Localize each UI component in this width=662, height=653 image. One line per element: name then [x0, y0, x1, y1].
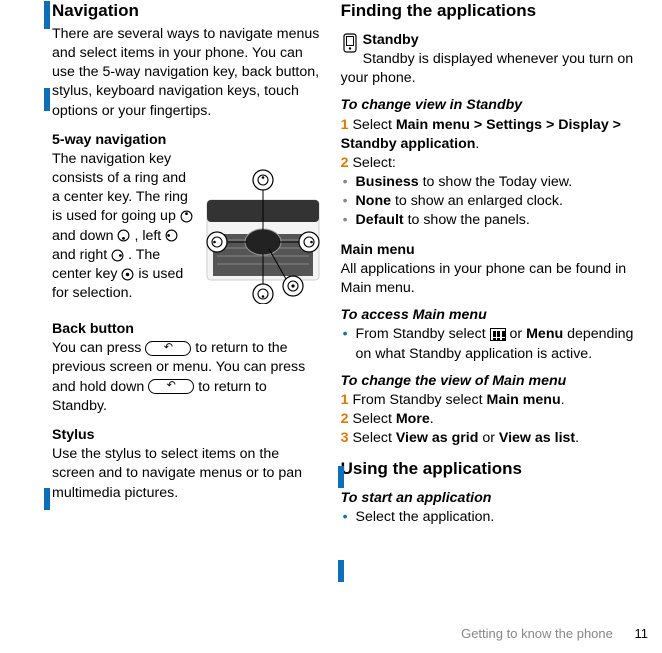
back-button-description: You can press to return to the previous … — [52, 339, 323, 416]
page-number: 11 — [635, 626, 649, 641]
heading-navigation: Navigation — [52, 0, 323, 23]
bullet-none: • None to show an enlarged clock. — [341, 192, 652, 211]
step-3-mainview: 3 Select View as grid or View as list. — [341, 429, 652, 448]
navigation-key-illustration — [203, 150, 323, 310]
heading-change-standby: To change view in Standby — [341, 96, 652, 115]
heading-main-menu: Main menu — [341, 241, 652, 260]
main-menu-description: All applications in your phone can be fo… — [341, 260, 652, 298]
navigation-intro: There are several ways to navigate menus… — [52, 25, 323, 121]
step-2-mainview: 2 Select More. — [341, 410, 652, 429]
stylus-description: Use the stylus to select items on the sc… — [52, 445, 323, 503]
standby-label: Standby — [363, 32, 419, 48]
bullet-access-main: • From Standby select or Menu depending … — [341, 325, 652, 363]
bullet-default: • Default to show the panels. — [341, 211, 652, 230]
step-2-standby: 2 Select: — [341, 154, 652, 173]
heading-back-button: Back button — [52, 320, 323, 339]
section-mark — [44, 488, 50, 510]
heading-stylus: Stylus — [52, 426, 323, 445]
section-mark — [338, 560, 344, 582]
bullet-business: • Business to show the Today view. — [341, 173, 652, 192]
nav-center-icon — [121, 268, 134, 281]
heading-access-main: To access Main menu — [341, 306, 652, 325]
footer-section: Getting to know the phone — [461, 626, 613, 641]
nav-right-icon — [111, 249, 124, 262]
menu-grid-icon — [490, 328, 506, 341]
back-key-icon — [145, 341, 191, 356]
standby-icon — [341, 33, 359, 53]
section-mark — [338, 466, 344, 488]
back-key-icon — [148, 379, 194, 394]
standby-block: Standby Standby is displayed whenever yo… — [341, 31, 652, 89]
section-mark — [44, 88, 50, 111]
five-way-description: The navigation key consists of a ring an… — [52, 150, 195, 303]
nav-down-icon — [117, 229, 130, 242]
heading-5way: 5-way navigation — [52, 131, 323, 150]
nav-up-icon — [180, 210, 193, 223]
nav-left-icon — [165, 229, 178, 242]
bullet-start-app: • Select the application. — [341, 508, 652, 527]
heading-change-main-view: To change the view of Main menu — [341, 372, 652, 391]
section-mark — [44, 1, 50, 29]
heading-finding-apps: Finding the applications — [341, 0, 652, 23]
page-footer: Getting to know the phone 11 — [461, 625, 648, 643]
heading-start-app: To start an application — [341, 489, 652, 508]
step-1-mainview: 1 From Standby select Main menu. — [341, 391, 652, 410]
heading-using-apps: Using the applications — [341, 458, 652, 481]
step-1-standby: 1 Select Main menu > Settings > Display … — [341, 116, 652, 154]
